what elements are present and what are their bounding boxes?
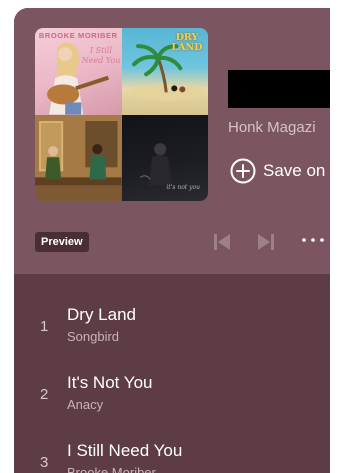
track-number: 3 — [40, 454, 49, 471]
cover-tile-brooke-moriber: BROOKE MORIBER I Still Need You — [35, 28, 122, 115]
cover-script-text: it's not you — [166, 184, 200, 191]
cover-art-bench-duo — [35, 114, 122, 201]
player-header: BROOKE MORIBER I Still Need You DRY LAND — [14, 8, 330, 274]
cover-tile-dry-land: DRY LAND — [121, 28, 208, 115]
cover-script-text: I Still Need You — [81, 46, 121, 65]
embed-player-card: BROOKE MORIBER I Still Need You DRY LAND — [14, 8, 330, 473]
cover-logo-text: DRY LAND — [171, 32, 203, 53]
save-on-spotify-button[interactable]: Save on — [230, 158, 330, 184]
track-list: 1 Dry Land Songbird 2 It's Not You Anacy… — [14, 274, 330, 473]
save-button-label: Save on — [263, 161, 326, 180]
track-row[interactable]: 2 It's Not You Anacy — [14, 364, 330, 424]
track-number: 2 — [40, 386, 49, 403]
track-row[interactable]: 3 I Still Need You Brooke Moriber — [14, 432, 330, 473]
skip-next-icon[interactable] — [254, 230, 278, 254]
track-title: It's Not You — [67, 373, 153, 392]
playlist-publisher-link[interactable]: Honk Magazi — [228, 119, 330, 136]
track-artist[interactable]: Songbird — [67, 329, 119, 344]
preview-badge: Preview — [35, 232, 89, 252]
playlist-cover-mosaic[interactable]: BROOKE MORIBER I Still Need You DRY LAND — [35, 28, 208, 201]
track-title: Dry Land — [67, 305, 136, 324]
track-row[interactable]: 1 Dry Land Songbird — [14, 296, 330, 356]
track-title: I Still Need You — [67, 441, 183, 460]
more-horizontal-icon[interactable] — [300, 234, 330, 246]
cover-tile-anacy — [35, 114, 122, 201]
track-artist[interactable]: Anacy — [67, 397, 103, 412]
playlist-title-redacted — [228, 70, 330, 108]
cover-artist-text: BROOKE MORIBER — [38, 31, 118, 40]
plus-circle-icon — [230, 158, 256, 184]
track-artist[interactable]: Brooke Moriber — [67, 465, 156, 473]
skip-previous-icon[interactable] — [210, 230, 234, 254]
cover-tile-its-not-you: it's not you — [121, 114, 208, 201]
track-number: 1 — [40, 318, 49, 335]
cover-art-guitarist — [47, 42, 109, 115]
